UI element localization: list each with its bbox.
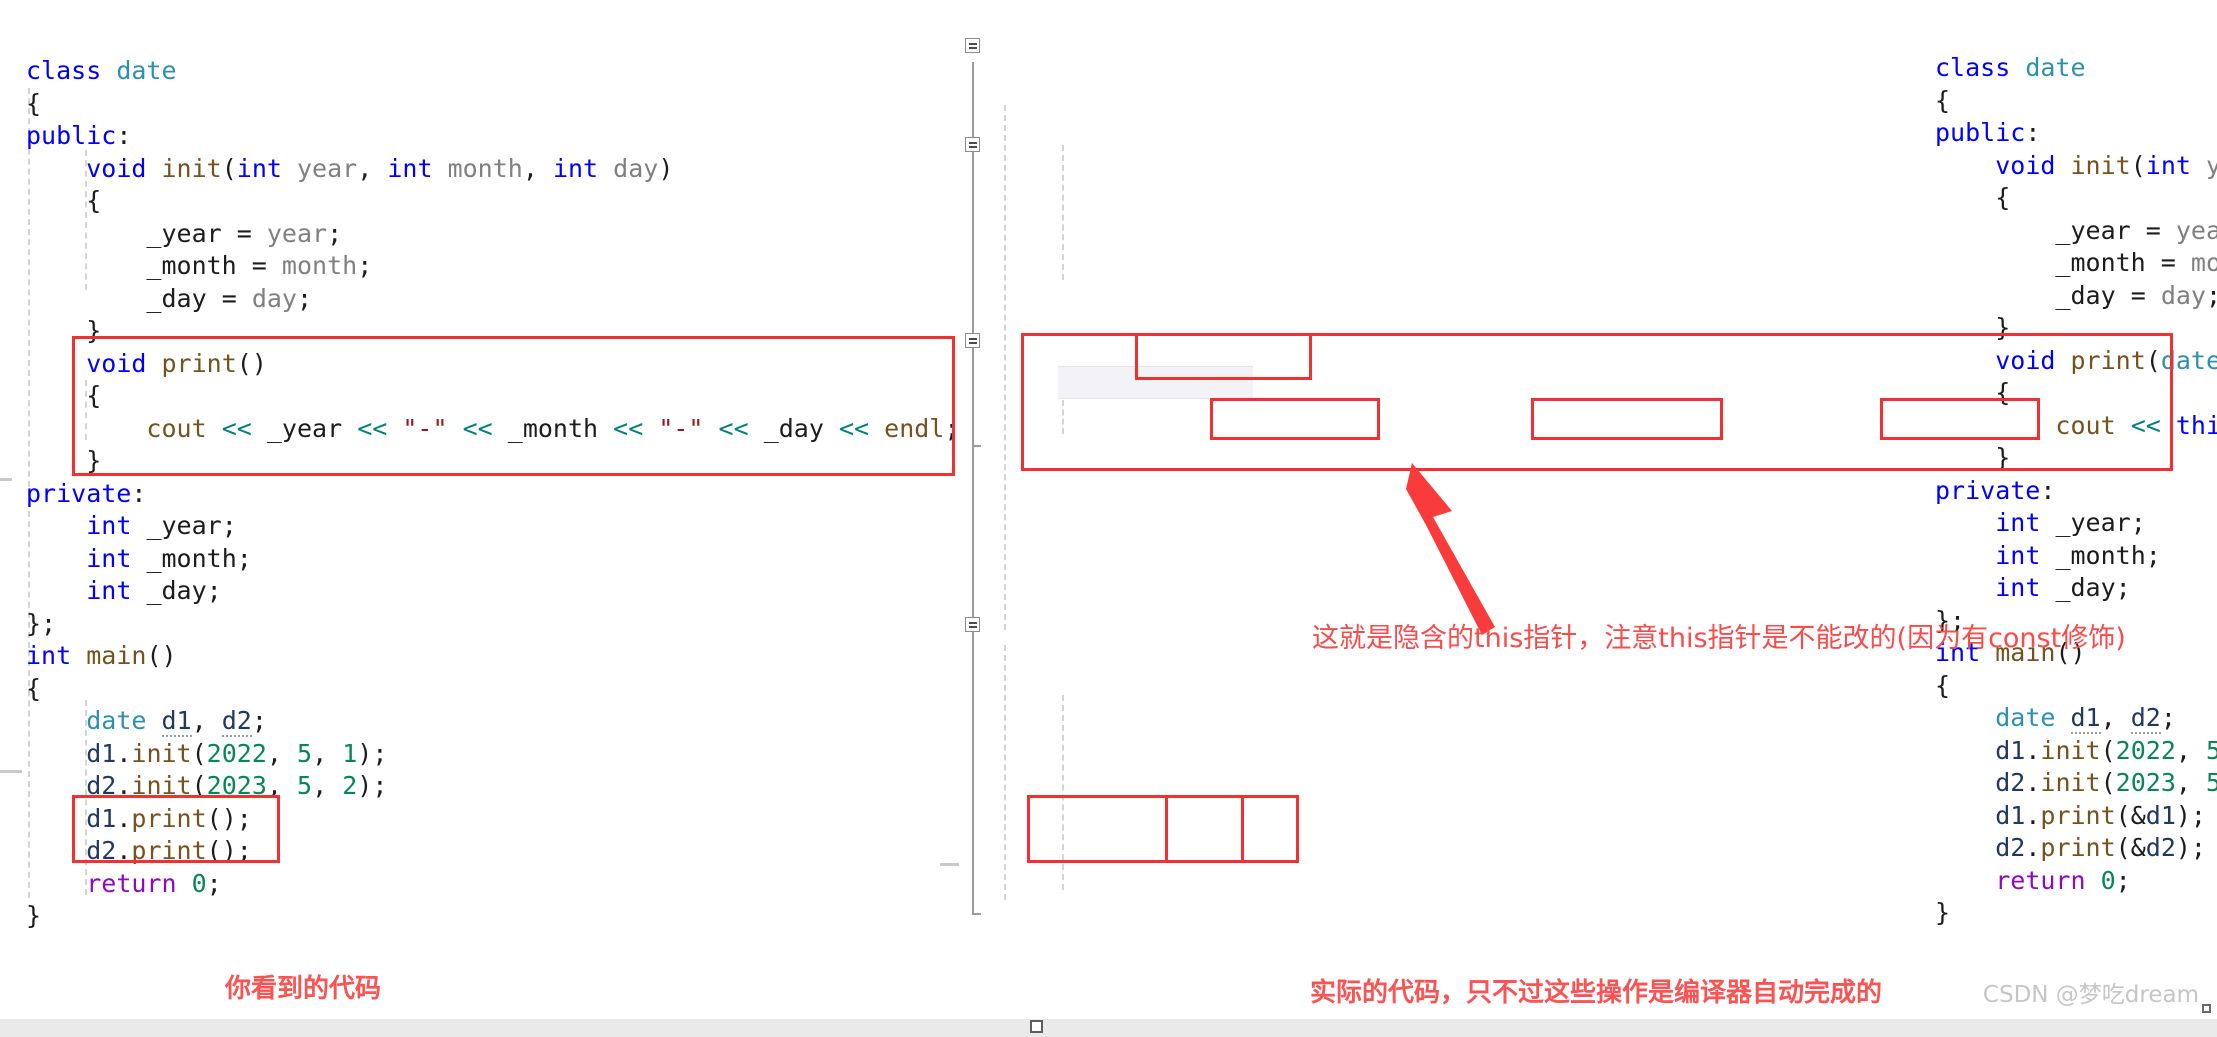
code-pane-right[interactable]: class date { public: void init(int year,… (940, 0, 2217, 1037)
collapsed-region-strip (1058, 366, 1253, 399)
fold-end-tick (972, 913, 981, 915)
scroll-nub[interactable] (940, 863, 960, 866)
bottom-strip (0, 1019, 2217, 1037)
indent-guide (1062, 695, 1064, 890)
csdn-watermark: CSDN @梦吃dream (1982, 982, 2199, 1008)
scroll-nub[interactable] (0, 770, 22, 773)
fold-toggle-main[interactable] (965, 617, 980, 632)
resize-corner[interactable] (2202, 1004, 2211, 1013)
fold-end-tick (972, 445, 981, 447)
this-pointer-note: 这就是隐含的this指针，注意this指针是不能改的(因为有const修饰) (1312, 623, 2126, 654)
fold-toggle-class[interactable] (965, 38, 980, 53)
screenshot-canvas: class date { public: void init(int year,… (0, 0, 2217, 1037)
fold-toggle-init[interactable] (965, 137, 980, 152)
indent-guide (1004, 645, 1006, 900)
indent-guide (1062, 145, 1064, 280)
pane-divider (959, 0, 960, 1019)
scroll-nub[interactable] (0, 478, 12, 481)
right-pane-caption: 实际的代码，只不过这些操作是编译器自动完成的 (1310, 978, 1883, 1008)
indent-guide (1004, 105, 1006, 630)
fold-bar (972, 630, 974, 915)
left-pane-caption: 你看到的代码 (225, 974, 382, 1004)
code-text-left[interactable]: class date { public: void init(int year,… (26, 55, 959, 933)
code-pane-left[interactable]: class date { public: void init(int year,… (0, 0, 960, 1037)
fold-toggle-print[interactable] (965, 333, 980, 348)
code-text-right[interactable]: class date { public: void init(int year,… (1935, 52, 2217, 930)
splitter-handle[interactable] (1030, 1020, 1043, 1033)
